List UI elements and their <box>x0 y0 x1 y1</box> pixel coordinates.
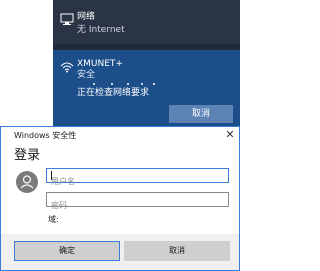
dialog-heading: 登录 <box>14 148 41 163</box>
dialog-titlebar: Windows 安全性 ✕ <box>1 127 239 146</box>
wifi-secure-icon <box>60 58 74 73</box>
cancel-button[interactable]: 取消 <box>124 241 230 261</box>
wired-network-item[interactable]: 网络 无 Internet <box>53 0 240 44</box>
dialog-footer: 确定 取消 <box>1 234 239 270</box>
wifi-network-item[interactable]: XMUNET+ 安全 正在检查网络要求 取消 <box>53 50 240 126</box>
ok-button[interactable]: 确定 <box>14 241 120 261</box>
username-field[interactable] <box>46 168 229 188</box>
ethernet-icon <box>60 11 74 25</box>
dialog-title: Windows 安全性 <box>14 131 77 140</box>
user-icon <box>20 175 34 189</box>
wired-network-name: 网络 <box>77 12 96 22</box>
password-field[interactable] <box>46 192 229 212</box>
password-input[interactable] <box>47 199 228 212</box>
network-flyout: 网络 无 Internet XMUNET+ 安全 正在检查网络要求 取消 <box>53 0 240 126</box>
wifi-ssid: XMUNET+ <box>77 59 123 69</box>
wifi-security-label: 安全 <box>77 70 96 80</box>
close-icon[interactable]: ✕ <box>224 129 236 141</box>
windows-security-dialog: Windows 安全性 ✕ 登录 域: 确定 取消 <box>0 126 240 271</box>
wired-network-status: 无 Internet <box>77 25 125 35</box>
wifi-status-text: 正在检查网络要求 <box>77 88 150 98</box>
user-avatar <box>16 171 38 193</box>
wifi-cancel-button[interactable]: 取消 <box>169 105 233 123</box>
domain-label: 域: <box>48 215 59 224</box>
username-input[interactable] <box>47 175 228 188</box>
text-caret <box>51 171 52 180</box>
